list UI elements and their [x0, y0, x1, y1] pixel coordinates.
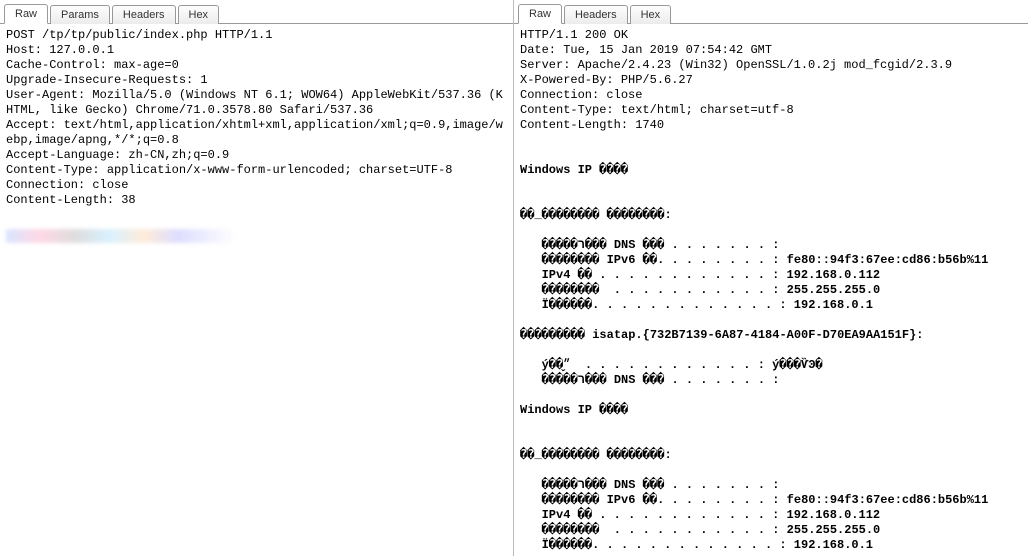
res-clen: Content-Length: 1740: [520, 118, 664, 132]
req-cache: Cache-Control: max-age=0: [6, 58, 179, 72]
res-dns1b: �����ר��� DNS ��� . . . . . . . :: [520, 373, 780, 387]
req-upgrade: Upgrade-Insecure-Requests: 1: [6, 73, 208, 87]
res-server: Server: Apache/2.4.23 (Win32) OpenSSL/1.…: [520, 58, 952, 72]
res-date: Date: Tue, 15 Jan 2019 07:54:42 GMT: [520, 43, 772, 57]
request-pane: Raw Params Headers Hex POST /tp/tp/publi…: [0, 0, 514, 556]
tab-raw[interactable]: Raw: [518, 4, 562, 24]
request-tabbar: Raw Params Headers Hex: [0, 0, 513, 24]
req-line: POST /tp/tp/public/index.php HTTP/1.1: [6, 28, 272, 42]
res-dns1: �����ר��� DNS ��� . . . . . . . :: [520, 238, 780, 252]
res-adapter2: ��_�������� ��������:: [520, 448, 672, 462]
res-winip2: Windows IP ����: [520, 403, 628, 417]
res-xpow: X-Powered-By: PHP/5.6.27: [520, 73, 693, 87]
req-host: Host: 127.0.0.1: [6, 43, 114, 57]
res-ipv6-1: �������� IPv6 ��. . . . . . . . : fe80::…: [520, 253, 988, 267]
req-ua: User-Agent: Mozilla/5.0 (Windows NT 6.1;…: [6, 88, 503, 117]
tab-params[interactable]: Params: [50, 5, 110, 24]
tab-hex[interactable]: Hex: [178, 5, 220, 24]
req-acclang: Accept-Language: zh-CN,zh;q=0.9: [6, 148, 229, 162]
response-content-wrap: HTTP/1.1 200 OK Date: Tue, 15 Jan 2019 0…: [514, 24, 1028, 556]
res-conn: Connection: close: [520, 88, 642, 102]
res-gw-1: Ï������. . . . . . . . . . . . . : 192.1…: [520, 298, 873, 312]
res-mask-1: �������� . . . . . . . . . . . : 255.255…: [520, 283, 880, 297]
res-ipv6-2: �������� IPv6 ��. . . . . . . . : fe80::…: [520, 493, 988, 507]
tab-raw[interactable]: Raw: [4, 4, 48, 24]
res-gw-2: Ï������. . . . . . . . . . . . . : 192.1…: [520, 538, 873, 552]
request-content[interactable]: POST /tp/tp/public/index.php HTTP/1.1 Ho…: [0, 24, 513, 556]
req-ctype: Content-Type: application/x-www-form-url…: [6, 163, 452, 177]
tab-hex[interactable]: Hex: [630, 5, 672, 24]
response-tabbar: Raw Headers Hex: [514, 0, 1028, 24]
split-container: Raw Params Headers Hex POST /tp/tp/publi…: [0, 0, 1028, 556]
request-body-redacted: [6, 229, 236, 243]
res-media1: ý��״̬ . . . . . . . . . . . . : ý���ѶϿ�: [520, 358, 823, 372]
req-clen: Content-Length: 38: [6, 193, 136, 207]
tab-headers[interactable]: Headers: [564, 5, 628, 24]
res-ipv4-1: IPv4 �� . . . . . . . . . . . . : 192.16…: [520, 268, 880, 282]
response-pane: Raw Headers Hex HTTP/1.1 200 OK Date: Tu…: [514, 0, 1028, 556]
tab-headers[interactable]: Headers: [112, 5, 176, 24]
res-mask-2: �������� . . . . . . . . . . . : 255.255…: [520, 523, 880, 537]
req-accept: Accept: text/html,application/xhtml+xml,…: [6, 118, 503, 147]
request-content-wrap: POST /tp/tp/public/index.php HTTP/1.1 Ho…: [0, 24, 513, 556]
res-ctype: Content-Type: text/html; charset=utf-8: [520, 103, 794, 117]
res-adapter1: ��_�������� ��������:: [520, 208, 672, 222]
response-content[interactable]: HTTP/1.1 200 OK Date: Tue, 15 Jan 2019 0…: [514, 24, 1028, 556]
res-isatap1: ��������� isatap.{732B7139-6A87-4184-A00…: [520, 328, 923, 342]
res-winip1: Windows IP ����: [520, 163, 628, 177]
res-dns2: �����ר��� DNS ��� . . . . . . . :: [520, 478, 780, 492]
res-status: HTTP/1.1 200 OK: [520, 28, 628, 42]
res-ipv4-2: IPv4 �� . . . . . . . . . . . . : 192.16…: [520, 508, 880, 522]
req-conn: Connection: close: [6, 178, 128, 192]
